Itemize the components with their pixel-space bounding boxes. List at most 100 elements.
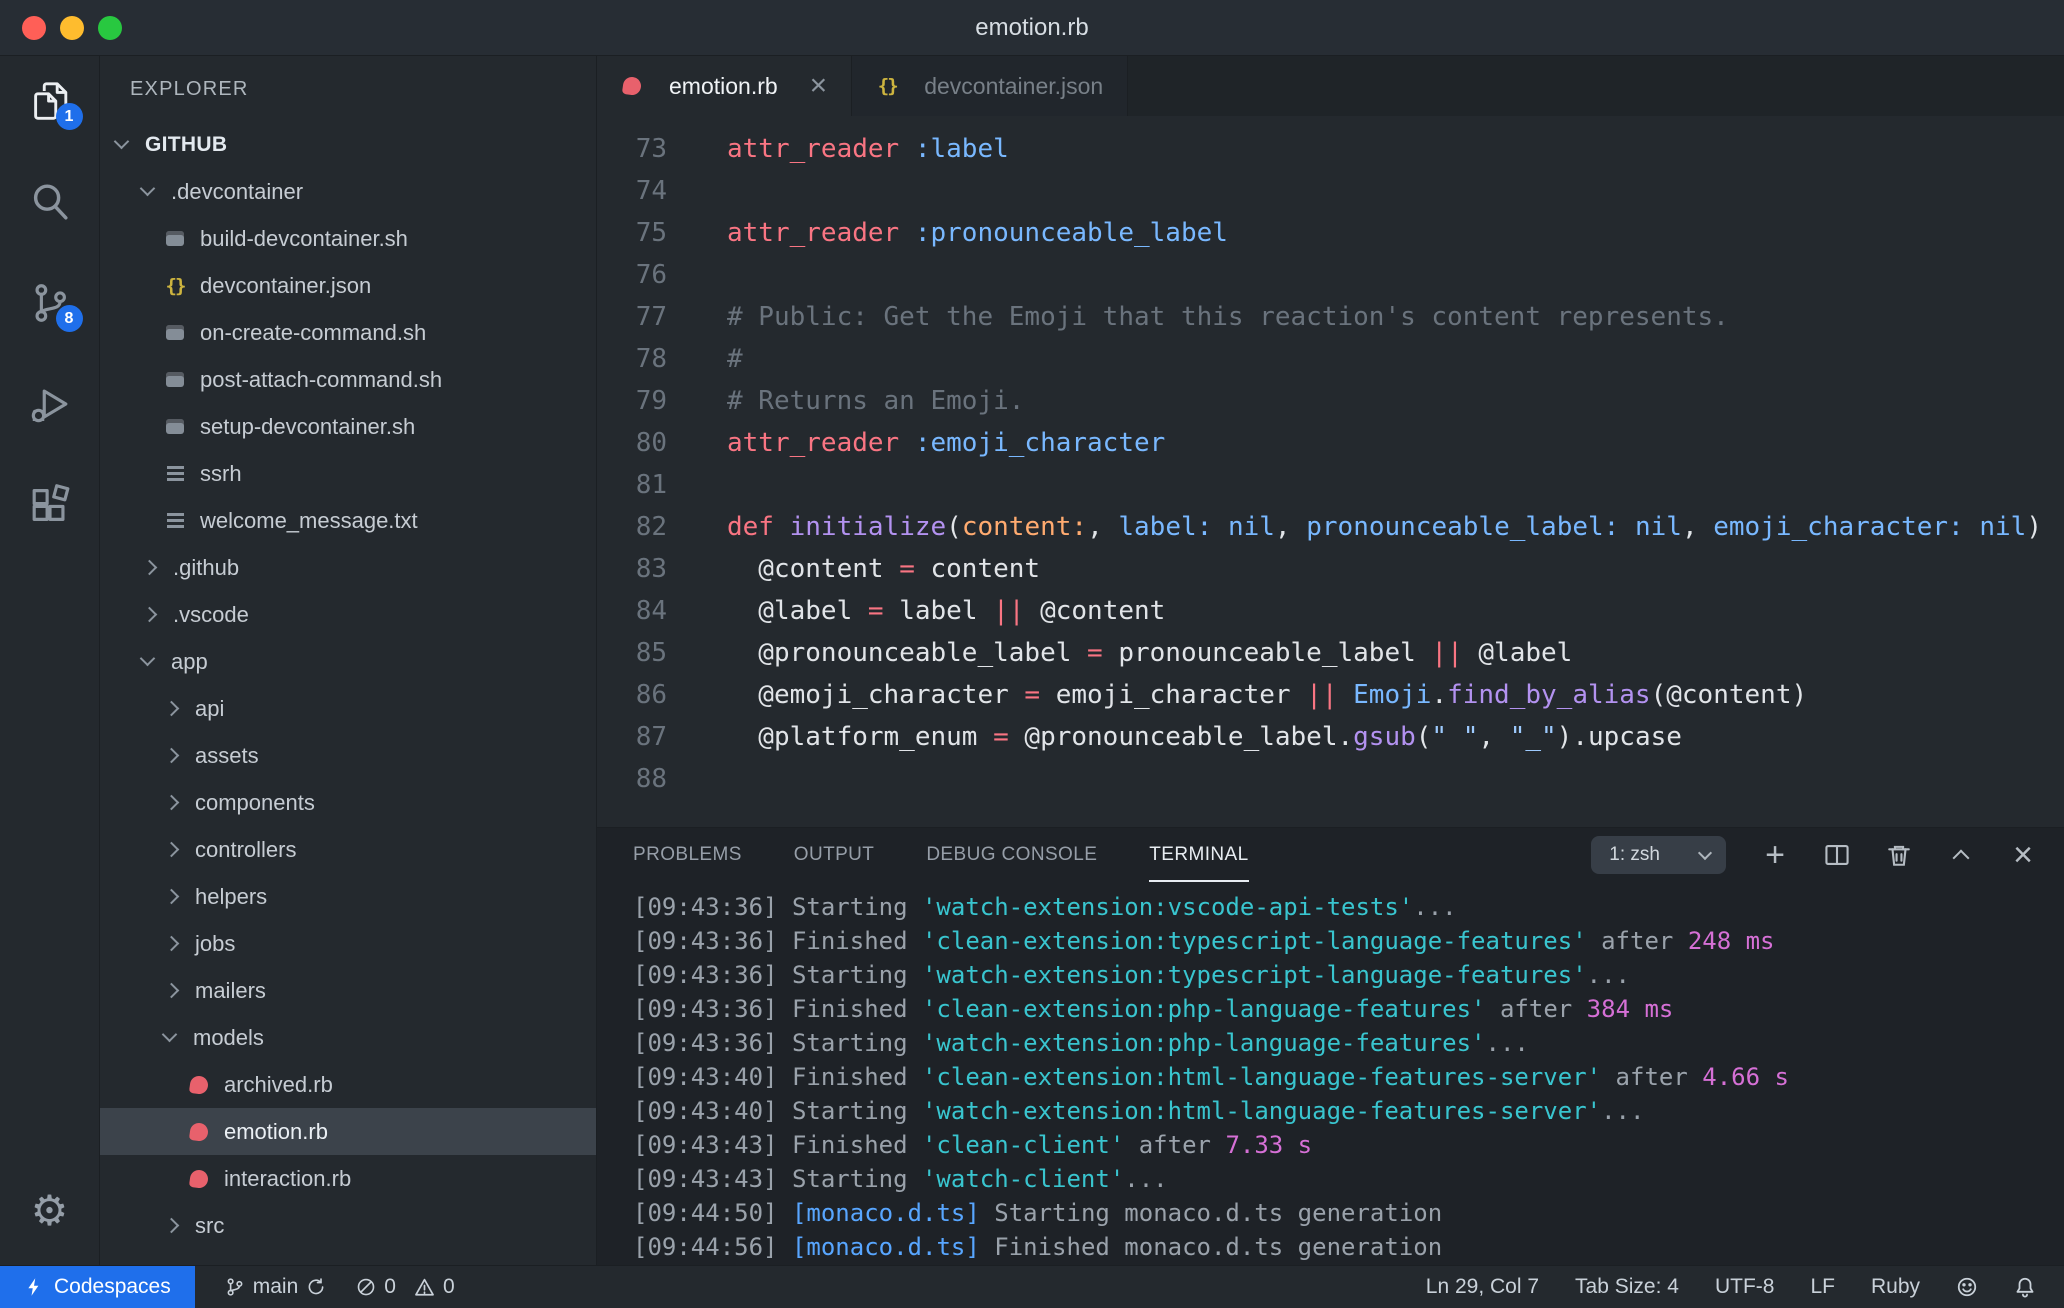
tree-folder-devcontainer[interactable]: .devcontainer [100, 168, 596, 215]
tree-item-label: build-devcontainer.sh [200, 225, 408, 251]
status-bar: Codespaces main 0 0 Ln 29, Col 7 Tab Siz… [0, 1265, 2064, 1308]
search-icon [33, 184, 68, 220]
code-line: 86 @emoji_character = emoji_character ||… [597, 674, 2064, 716]
terminal-output[interactable]: [09:43:36] Starting 'watch-extension:vsc… [597, 882, 2064, 1264]
json-file-icon [164, 274, 186, 298]
close-panel-button[interactable]: × [2008, 838, 2038, 872]
tree-folder-jobs[interactable]: jobs [100, 920, 596, 967]
code-text: @pronounceable_label = pronounceable_lab… [727, 638, 1573, 668]
explorer-badge: 1 [55, 103, 83, 130]
settings-button[interactable]: ⚙ [27, 1188, 73, 1234]
split-icon [1825, 845, 1849, 865]
tree-file-emotion-rb[interactable]: emotion.rb [100, 1108, 596, 1155]
tree-item-label: setup-devcontainer.sh [200, 413, 416, 439]
close-tab-icon[interactable]: × [810, 71, 828, 101]
tree-folder-vscode[interactable]: .vscode [100, 591, 596, 638]
language-mode-item[interactable]: Ruby [1871, 1275, 1920, 1299]
git-branch-icon [225, 1277, 245, 1297]
tree-item-label: .github [173, 554, 240, 580]
tree-file-post-attach-command-sh[interactable]: post-attach-command.sh [100, 356, 596, 403]
panel-tab-problems[interactable]: PROBLEMS [633, 828, 742, 882]
panel-tab-output[interactable]: OUTPUT [794, 828, 875, 882]
line-number: 85 [635, 638, 667, 668]
tree-file-welcome-message-txt[interactable]: welcome_message.txt [100, 497, 596, 544]
tree-folder-models[interactable]: models [100, 1014, 596, 1061]
terminal-line: [09:43:43] Finished 'clean-client' after… [633, 1131, 1313, 1159]
tree-file-interaction-rb[interactable]: interaction.rb [100, 1155, 596, 1202]
panel-tab-terminal[interactable]: TERMINAL [1149, 828, 1249, 882]
tree-file-archived-rb[interactable]: archived.rb [100, 1061, 596, 1108]
tree-folder-github[interactable]: .github [100, 544, 596, 591]
tree-item-label: assets [195, 742, 259, 768]
tree-item-label: models [193, 1024, 264, 1050]
terminal-shell-select[interactable]: 1: zsh [1591, 836, 1726, 874]
workbench: 1 8 ⚙ EXPLORER GITHUB .devcontainer buil… [0, 56, 2064, 1265]
code-line: 85 @pronounceable_label = pronounceable_… [597, 632, 2064, 674]
tab-label: devcontainer.json [924, 72, 1104, 99]
activity-bar: 1 8 ⚙ [0, 56, 100, 1265]
kill-terminal-button[interactable] [1884, 840, 1914, 870]
code-line: 73 attr_reader :label [597, 128, 2064, 170]
codespaces-status-item[interactable]: Codespaces [0, 1266, 195, 1308]
code-text: attr_reader :emoji_character [727, 428, 1166, 458]
tab-size-item[interactable]: Tab Size: 4 [1575, 1275, 1679, 1299]
code-text: # [727, 344, 743, 374]
code-line: 77 # Public: Get the Emoji that this reac… [597, 296, 2064, 338]
minimize-window-button[interactable] [60, 15, 84, 40]
maximize-panel-button[interactable] [1946, 840, 1976, 870]
tree-file-devcontainer-json[interactable]: devcontainer.json [100, 262, 596, 309]
tree-item-label: post-attach-command.sh [200, 366, 443, 392]
editor-tab-emotion-rb[interactable]: emotion.rb × [597, 56, 853, 116]
code-line: 82 def initialize(content:, label: nil, p… [597, 506, 2064, 548]
close-window-button[interactable] [22, 15, 46, 40]
terminal-line: [09:44:56] [monaco.d.ts] Finished monaco… [633, 1233, 1443, 1261]
source-control-view-button[interactable]: 8 [27, 280, 83, 332]
tree-folder-src[interactable]: src [100, 1202, 596, 1249]
panel-tab-debug-console[interactable]: DEBUG CONSOLE [926, 828, 1097, 882]
tree-file-build-devcontainer-sh[interactable]: build-devcontainer.sh [100, 215, 596, 262]
tree-item-label: helpers [195, 883, 268, 909]
tree-folder-helpers[interactable]: helpers [100, 873, 596, 920]
explorer-view-button[interactable]: 1 [27, 78, 83, 130]
split-terminal-button[interactable] [1822, 840, 1852, 870]
line-number: 88 [635, 764, 667, 794]
terminal-line: [09:43:36] Starting 'watch-extension:typ… [633, 961, 1631, 989]
tree-item-label: on-create-command.sh [200, 319, 427, 345]
tree-file-on-create-command-sh[interactable]: on-create-command.sh [100, 309, 596, 356]
codespaces-icon [24, 1277, 44, 1297]
line-number: 81 [635, 470, 667, 500]
encoding-item[interactable]: UTF-8 [1715, 1275, 1775, 1299]
code-text: # Public: Get the Emoji that this reacti… [727, 302, 1729, 332]
search-view-button[interactable] [27, 179, 73, 225]
line-number: 73 [635, 134, 667, 164]
tree-folder-controllers[interactable]: controllers [100, 826, 596, 873]
tree-folder-components[interactable]: components [100, 779, 596, 826]
feedback-smiley-button[interactable] [1956, 1276, 1978, 1298]
status-bar-right: Ln 29, Col 7 Tab Size: 4 UTF-8 LF Ruby [1426, 1275, 2064, 1299]
tree-folder-github[interactable]: GITHUB [100, 121, 596, 168]
file-tree: GITHUB .devcontainer build-devcontainer.sh… [100, 121, 596, 1249]
run-debug-view-button[interactable] [27, 381, 73, 427]
tree-folder-api[interactable]: api [100, 685, 596, 732]
problems-status-item[interactable]: 0 0 [356, 1275, 455, 1299]
notifications-bell-button[interactable] [2014, 1276, 2036, 1298]
tree-item-label: controllers [195, 836, 297, 862]
tree-folder-assets[interactable]: assets [100, 732, 596, 779]
eol-item[interactable]: LF [1810, 1275, 1835, 1299]
tree-item-label: emotion.rb [224, 1118, 328, 1144]
branch-status-item[interactable]: main [225, 1275, 327, 1299]
code-editor[interactable]: 73 attr_reader :label 74 75 attr_reader :pro… [597, 116, 2064, 827]
editor-tab-devcontainer-json[interactable]: devcontainer.json [852, 56, 1129, 116]
tree-folder-mailers[interactable]: mailers [100, 967, 596, 1014]
zoom-window-button[interactable] [98, 15, 122, 40]
tree-file-setup-devcontainer-sh[interactable]: setup-devcontainer.sh [100, 403, 596, 450]
code-text: @content = content [727, 554, 1041, 584]
terminal-line: [09:43:40] Finished 'clean-extension:htm… [633, 1063, 1789, 1091]
extensions-view-button[interactable] [27, 482, 73, 528]
chevron-right-icon [163, 841, 180, 858]
new-terminal-button[interactable]: + [1760, 838, 1790, 872]
shell-select-label: 1: zsh [1609, 844, 1660, 865]
cursor-position-item[interactable]: Ln 29, Col 7 [1426, 1275, 1539, 1299]
tree-file-ssrh[interactable]: ssrh [100, 450, 596, 497]
tree-folder-app[interactable]: app [100, 638, 596, 685]
